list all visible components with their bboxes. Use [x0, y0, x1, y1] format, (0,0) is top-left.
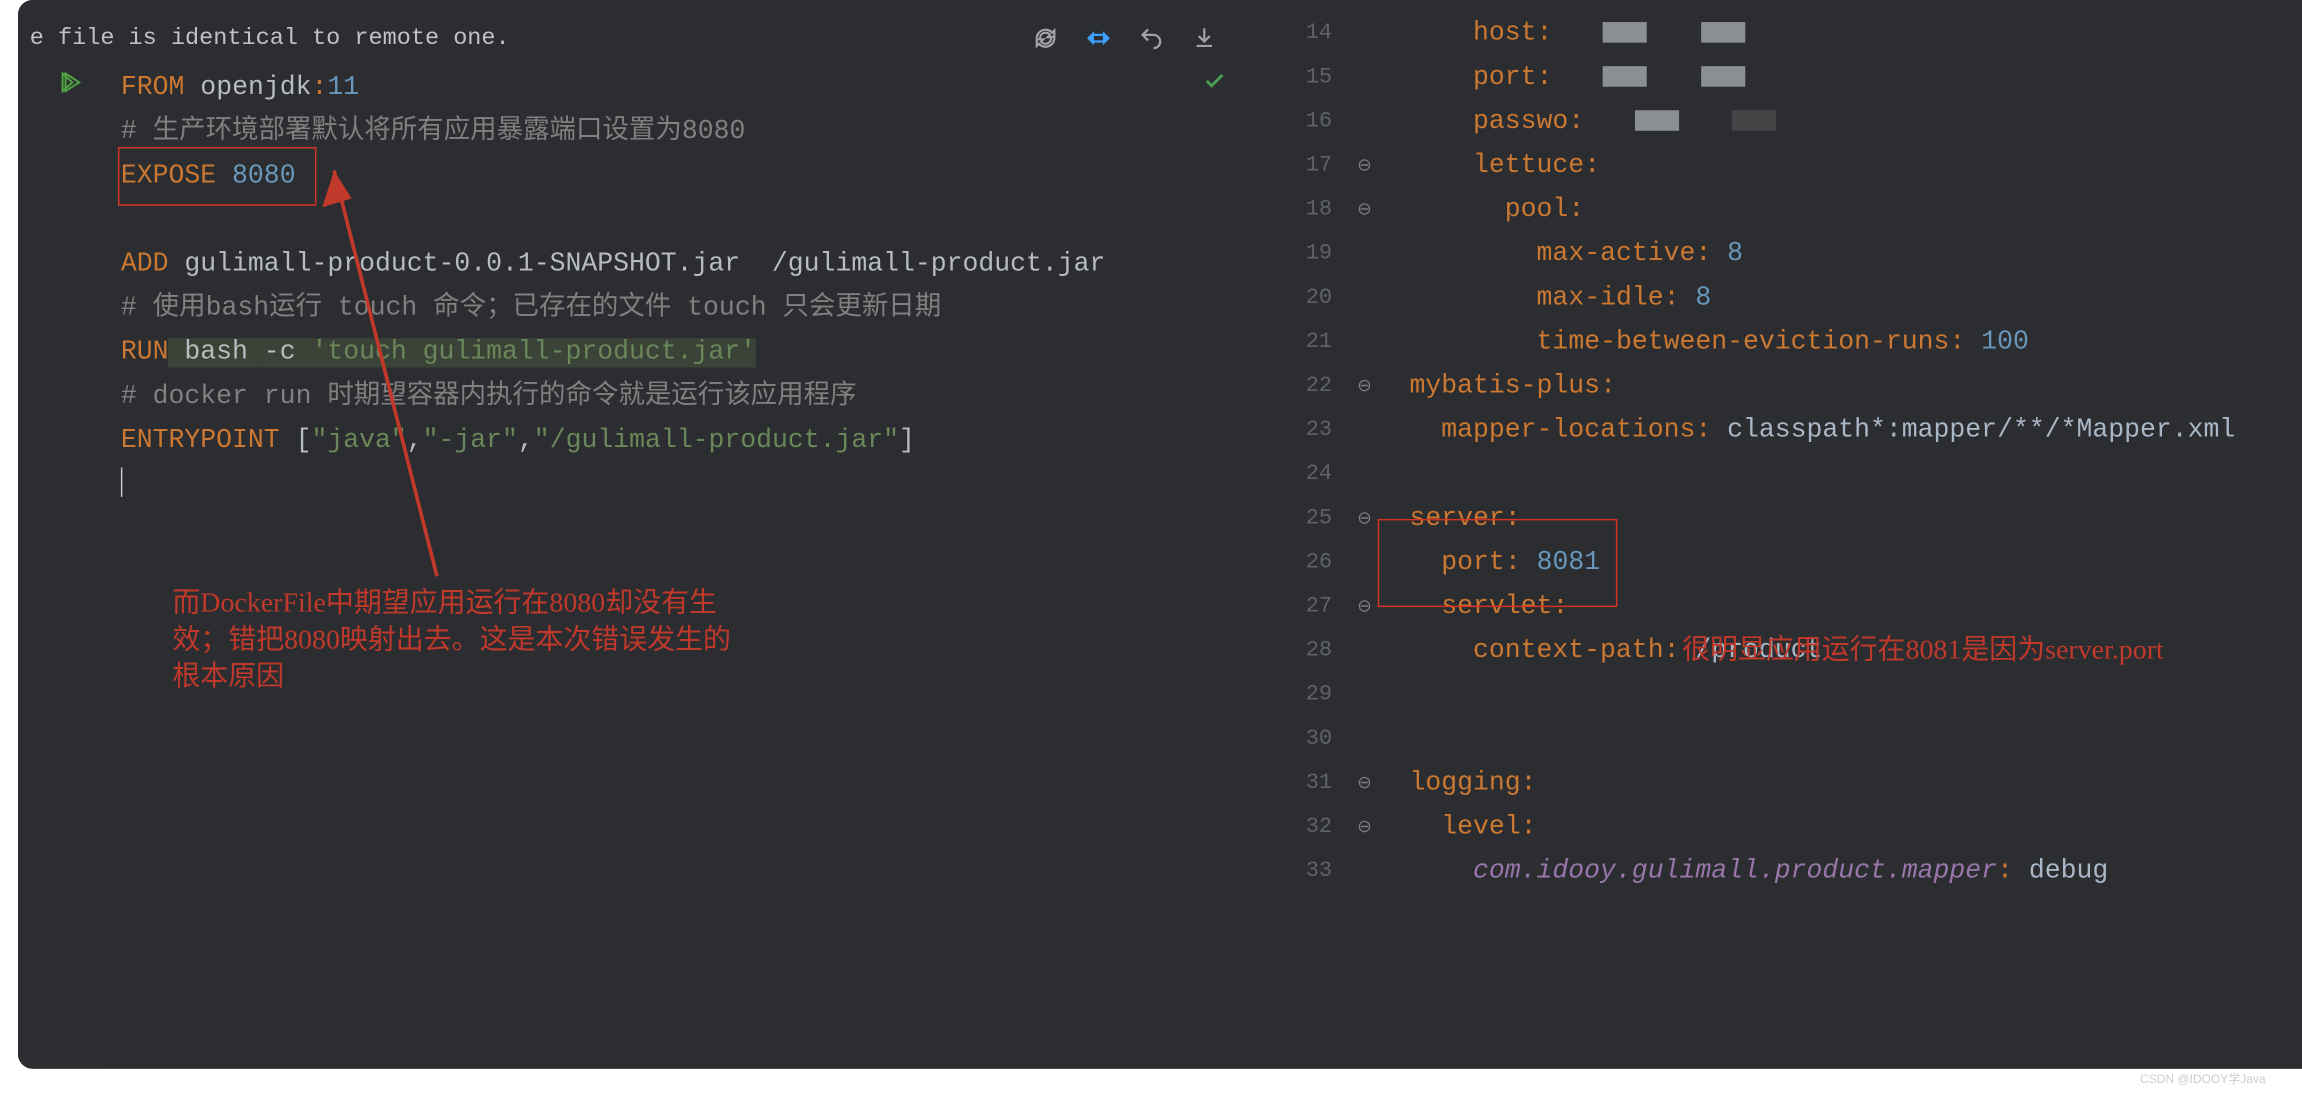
- line-number: 31: [1247, 761, 1341, 805]
- yaml-code[interactable]: host: port: passwo: lettuce: pool: max-a…: [1378, 12, 2235, 894]
- line-number: 21: [1247, 320, 1341, 364]
- dockerfile-comment-3: # docker run 时期望容器内执行的命令就是运行该应用程序: [121, 382, 857, 411]
- line-number: 19: [1247, 232, 1341, 276]
- line-number-gutter: 1415161718192021222324252627282930313233: [1247, 0, 1341, 1069]
- left-gutter: [18, 56, 109, 1069]
- undo-icon[interactable]: [1138, 25, 1164, 51]
- annotation-text-right: 很明显应用运行在8081是因为server.port: [1682, 632, 2197, 669]
- download-icon[interactable]: [1191, 25, 1217, 51]
- line-number: 27: [1247, 585, 1341, 629]
- line-number: 30: [1247, 717, 1341, 761]
- sync-icon[interactable]: [1085, 25, 1111, 51]
- line-number: 24: [1247, 453, 1341, 497]
- screenshot-frame: e file is identical to remote one. FROM …: [18, 0, 2302, 1095]
- editor-split-view: e file is identical to remote one. FROM …: [18, 0, 2302, 1069]
- run-gutter-icon[interactable]: [61, 71, 85, 102]
- line-number: 33: [1247, 850, 1341, 894]
- line-number: 14: [1247, 12, 1341, 56]
- token-add: ADD: [121, 250, 169, 279]
- line-number: 16: [1247, 100, 1341, 144]
- line-number: 23: [1247, 409, 1341, 453]
- line-number: 20: [1247, 276, 1341, 320]
- dockerfile-comment-2: # 使用bash运行 touch 命令；已存在的文件 touch 只会更新日期: [121, 294, 941, 323]
- line-number: 17: [1247, 144, 1341, 188]
- line-number: 15: [1247, 56, 1341, 100]
- dockerfile-code[interactable]: FROM openjdk:11 # 生产环境部署默认将所有应用暴露端口设置为80…: [121, 66, 1247, 507]
- token-expose: EXPOSE: [121, 162, 216, 191]
- refresh-icon[interactable]: [1032, 25, 1058, 51]
- editor-toolbar: [1032, 25, 1235, 51]
- token-from: FROM: [121, 74, 185, 103]
- editor-notification-bar: e file is identical to remote one.: [18, 0, 1247, 56]
- line-number: 26: [1247, 541, 1341, 585]
- file-identical-message: e file is identical to remote one.: [30, 25, 1033, 51]
- line-number: 28: [1247, 629, 1341, 673]
- dockerfile-comment-1: # 生产环境部署默认将所有应用暴露端口设置为8080: [121, 118, 745, 147]
- token-run: RUN: [121, 338, 169, 367]
- line-number: 32: [1247, 806, 1341, 850]
- watermark-text: CSDN @IDOOY学Java: [2140, 1070, 2266, 1087]
- text-cursor: [121, 467, 122, 496]
- annotation-text-left: 而DockerFile中期望应用运行在8080却没有生效；错把8080映射出去。…: [172, 585, 731, 695]
- line-number: 18: [1247, 188, 1341, 232]
- line-number: 25: [1247, 497, 1341, 541]
- yaml-editor-pane: 1415161718192021222324252627282930313233…: [1247, 0, 2302, 1069]
- dockerfile-editor-pane: e file is identical to remote one. FROM …: [18, 0, 1247, 1069]
- line-number: 29: [1247, 673, 1341, 717]
- token-entrypoint: ENTRYPOINT: [121, 426, 280, 455]
- line-number: 22: [1247, 365, 1341, 409]
